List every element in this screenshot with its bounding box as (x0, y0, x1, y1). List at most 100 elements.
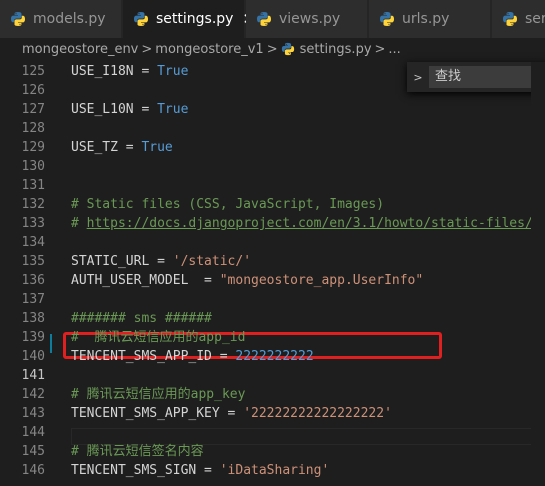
editor-vertical-scrollbar[interactable] (531, 62, 545, 486)
python-file-icon (11, 12, 25, 26)
code-line[interactable]: 133 # https://docs.djangoproject.com/en/3… (0, 214, 545, 233)
breadcrumb-item-mongeostore-env[interactable]: mongeostore_env (22, 42, 138, 57)
line-number: 132 (21, 197, 45, 212)
tab-views-py[interactable]: views.py (246, 0, 368, 38)
line-number: 146 (21, 463, 45, 478)
code-text: # 腾讯云短信应用的app_key (71, 385, 245, 404)
line-number: 139 (21, 330, 45, 345)
line-number: 126 (21, 83, 45, 98)
code-token: # (71, 216, 87, 231)
code-line[interactable]: 142 # 腾讯云短信应用的app_key (0, 385, 545, 404)
find-input[interactable]: 查找 (429, 66, 543, 88)
code-line[interactable]: 129 USE_TZ = True (0, 138, 545, 157)
line-number: 140 (21, 349, 45, 364)
line-number: 144 (21, 425, 45, 440)
line-number: 129 (21, 140, 45, 155)
code-text: # 腾讯云短信应用的app_id (71, 328, 245, 347)
tab-urls-py[interactable]: urls.py (369, 0, 491, 38)
breadcrumb-item-settings-py[interactable]: settings.py (300, 42, 372, 57)
code-line[interactable]: 137 (0, 290, 545, 309)
code-token: 2222222222 (235, 349, 314, 364)
code-token: TENCENT_SMS_APP_KEY = (71, 406, 244, 421)
python-file-icon (134, 12, 148, 26)
line-number: 135 (21, 254, 45, 269)
code-line[interactable]: 132 # Static files (CSS, JavaScript, Imag… (0, 195, 545, 214)
line-number: 125 (21, 64, 45, 79)
code-token: True (141, 140, 173, 155)
line-number: 145 (21, 444, 45, 459)
code-token: TENCENT_SMS_SIGN = (71, 463, 220, 478)
code-text: TENCENT_SMS_APP_ID = 2222222222 (71, 347, 314, 366)
python-file-icon (257, 12, 271, 26)
code-line[interactable]: 127 USE_L10N = True (0, 100, 545, 119)
code-text: AUTH_USER_MODEL = "mongeostore_app.UserI… (71, 271, 423, 290)
code-text: USE_L10N = True (71, 100, 188, 119)
code-token: 'iDataSharing' (219, 463, 330, 478)
code-token: # 腾讯云短信应用的app_id (71, 330, 246, 345)
tab-label: urls.py (402, 11, 450, 27)
code-token: # Static files (CSS, JavaScript, Images) (71, 197, 385, 212)
line-number: 128 (21, 121, 45, 136)
code-line[interactable]: 141 (0, 366, 545, 385)
breadcrumb-item-symbols[interactable]: ... (388, 42, 400, 57)
code-line[interactable]: 134 (0, 233, 545, 252)
breadcrumb: mongeostore_env > mongeostore_v1 > setti… (0, 38, 545, 60)
code-text: USE_TZ = True (71, 138, 173, 157)
line-number: 136 (21, 273, 45, 288)
code-text: ####### sms ###### (71, 309, 212, 328)
line-number: 141 (21, 368, 45, 383)
toggle-replace-chevron-icon[interactable]: > (407, 62, 426, 92)
tab-serializers-py[interactable]: seria (492, 0, 545, 38)
line-number: 127 (21, 102, 45, 117)
breadcrumb-separator: > (141, 41, 153, 57)
tab-label: seria (525, 11, 545, 27)
line-number: 133 (21, 216, 45, 231)
find-widget: > 查找 (407, 62, 545, 92)
breadcrumb-separator: > (266, 41, 278, 57)
line-number: 138 (21, 311, 45, 326)
breadcrumb-item-mongeostore-v1[interactable]: mongeostore_v1 (155, 42, 263, 57)
code-line[interactable]: 136 AUTH_USER_MODEL = "mongeostore_app.Us… (0, 271, 545, 290)
line-number: 131 (21, 178, 45, 193)
code-line[interactable]: 145 # 腾讯云短信签名内容 (0, 442, 545, 461)
breadcrumb-separator: > (374, 41, 386, 57)
line-number: 130 (21, 159, 45, 174)
code-line[interactable]: 138 ####### sms ###### (0, 309, 545, 328)
code-text: # 腾讯云短信签名内容 (71, 442, 204, 461)
tab-models-py[interactable]: models.py (0, 0, 122, 38)
code-token: # 腾讯云短信应用的app_key (71, 387, 246, 402)
code-token: '22222222222222222' (243, 406, 392, 421)
code-token: # 腾讯云短信签名内容 (71, 444, 204, 459)
line-number: 134 (21, 235, 45, 250)
editor-tab-bar: models.py settings.py ✕ views.py urls.py… (0, 0, 545, 38)
code-line[interactable]: 144 (0, 423, 545, 442)
code-line[interactable]: 130 (0, 157, 545, 176)
code-token: True (157, 102, 189, 117)
python-file-icon (380, 12, 394, 26)
code-text: USE_I18N = True (71, 62, 188, 81)
code-line[interactable]: 139 # 腾讯云短信应用的app_id (0, 328, 545, 347)
code-text: TENCENT_SMS_SIGN = 'iDataSharing' (71, 461, 329, 480)
code-line[interactable]: 131 (0, 176, 545, 195)
tab-label: models.py (33, 11, 106, 27)
code-line[interactable]: 143 TENCENT_SMS_APP_KEY = '22222222222222… (0, 404, 545, 423)
code-editor[interactable]: 125 USE_I18N = True 126 127 USE_L10N = True 1… (0, 62, 545, 486)
code-line[interactable]: 128 (0, 119, 545, 138)
code-line[interactable]: 146 TENCENT_SMS_SIGN = 'iDataSharing' (0, 461, 545, 480)
code-token: USE_I18N = (71, 64, 158, 79)
code-token: USE_L10N = (71, 102, 158, 117)
line-number: 143 (21, 406, 45, 421)
code-token: TENCENT_SMS_APP_ID = (71, 349, 236, 364)
code-token: USE_TZ = (71, 140, 142, 155)
code-token: AUTH_USER_MODEL = (71, 273, 220, 288)
tab-settings-py[interactable]: settings.py ✕ (123, 0, 255, 38)
code-line[interactable]: 135 STATIC_URL = '/static/' (0, 252, 545, 271)
code-line[interactable]: 140 TENCENT_SMS_APP_ID = 2222222222 (0, 347, 545, 366)
code-text: # https://docs.djangoproject.com/en/3.1/… (71, 214, 533, 233)
code-token: ####### sms ###### (71, 311, 212, 326)
code-token: '/static/' (172, 254, 252, 269)
code-token: STATIC_URL = (71, 254, 173, 269)
python-file-icon (281, 42, 294, 56)
code-text: # Static files (CSS, JavaScript, Images) (71, 195, 384, 214)
code-token: "mongeostore_app.UserInfo" (219, 273, 424, 288)
